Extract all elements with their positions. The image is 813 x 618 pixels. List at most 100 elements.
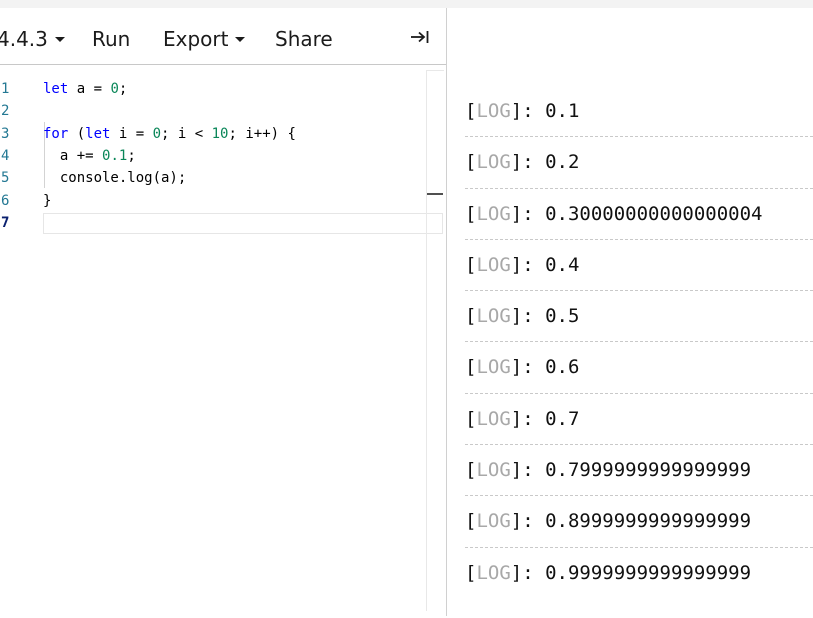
log-value: 0.7999999999999999 xyxy=(545,459,752,482)
log-bracket: ]: xyxy=(510,356,546,379)
code-token: let xyxy=(85,125,111,142)
share-button[interactable]: Share xyxy=(275,25,333,53)
log-level: LOG xyxy=(476,407,511,430)
code-text: a += 0.1; xyxy=(43,145,136,167)
log-bracket: ]: xyxy=(510,202,546,225)
code-editor[interactable]: 1 let a = 0; 2 3 for (let i = 0; i < 10; i++… xyxy=(0,78,446,618)
log-level: LOG xyxy=(476,356,511,379)
code-token: let xyxy=(43,81,69,97)
console-pane: [LOG]: 0.1 [LOG]: 0.2 [LOG]: 0.30000000000… xyxy=(447,8,813,616)
version-label: 4.4.3 xyxy=(0,27,48,51)
log-bracket: [ xyxy=(465,151,477,174)
log-value: 0.1 xyxy=(545,100,580,122)
code-token: 0.1 xyxy=(102,147,128,164)
line-number: 7 xyxy=(1,214,10,231)
collapse-panel-icon[interactable] xyxy=(410,26,430,54)
log-bracket: ]: xyxy=(510,305,546,328)
chevron-down-icon xyxy=(54,37,65,42)
log-entry: [LOG]: 0.6 xyxy=(465,342,813,394)
log-level: LOG xyxy=(476,253,511,276)
chevron-down-icon xyxy=(235,37,246,42)
code-token: for xyxy=(43,125,69,142)
code-line[interactable]: 7 xyxy=(0,212,446,234)
code-token: ; xyxy=(118,81,128,97)
log-bracket: [ xyxy=(465,510,477,533)
code-text: let a = 0; xyxy=(43,78,127,100)
log-entry: [LOG]: 0.7999999999999999 xyxy=(465,445,813,497)
log-entry: [LOG]: 0.30000000000000004 xyxy=(465,189,813,240)
log-value: 0.30000000000000004 xyxy=(545,202,763,225)
log-value: 0.6 xyxy=(545,356,580,379)
log-level: LOG xyxy=(476,151,511,174)
line-number: 3 xyxy=(1,125,10,142)
code-token: ; xyxy=(127,147,136,164)
code-token: 10 xyxy=(211,125,229,142)
log-value: 0.2 xyxy=(545,151,580,174)
log-bracket: [ xyxy=(465,253,477,276)
code-token: i = xyxy=(110,125,153,142)
run-button[interactable]: Run xyxy=(92,25,130,53)
log-level: LOG xyxy=(476,510,511,533)
log-value: 0.4 xyxy=(545,253,580,276)
log-entry: [LOG]: 0.8999999999999999 xyxy=(465,496,813,548)
code-token: a += xyxy=(43,147,103,164)
line-number: 6 xyxy=(1,192,10,209)
log-bracket: ]: xyxy=(510,510,546,533)
log-level: LOG xyxy=(476,100,511,122)
log-bracket: [ xyxy=(465,356,477,379)
code-token: } xyxy=(43,192,52,209)
code-line[interactable]: 1 let a = 0; xyxy=(0,78,446,100)
editor-scrollbar[interactable] xyxy=(426,70,444,611)
code-token: ; i++) { xyxy=(228,125,296,142)
log-bracket: ]: xyxy=(510,459,546,482)
code-token: 0 xyxy=(110,81,119,97)
console-log-list: [LOG]: 0.1 [LOG]: 0.2 [LOG]: 0.30000000000… xyxy=(465,86,813,599)
log-value: 0.7 xyxy=(545,407,580,430)
code-line[interactable]: 3 for (let i = 0; i < 10; i++) { xyxy=(0,123,446,145)
log-value: 0.8999999999999999 xyxy=(545,510,752,533)
log-bracket: [ xyxy=(465,100,477,122)
editor-pane: 4.4.3 Run Export Share 1 let a = 0; 2 3 for … xyxy=(0,8,446,616)
code-token: ( xyxy=(68,125,86,142)
version-dropdown[interactable]: 4.4.3 xyxy=(0,25,65,53)
log-entry: [LOG]: 0.2 xyxy=(465,137,813,189)
code-text: for (let i = 0; i < 10; i++) { xyxy=(43,123,296,145)
code-line[interactable]: 2 xyxy=(0,100,446,122)
arrow-to-right-icon xyxy=(411,31,429,43)
log-bracket: ]: xyxy=(510,100,546,122)
line-number: 5 xyxy=(1,170,10,187)
log-bracket: ]: xyxy=(510,407,546,430)
line-number: 2 xyxy=(1,103,10,120)
log-entry: [LOG]: 0.9999999999999999 xyxy=(465,548,813,599)
code-line[interactable]: 6} xyxy=(0,190,446,212)
log-level: LOG xyxy=(476,459,511,482)
log-value: 0.9999999999999999 xyxy=(545,561,752,584)
code-line[interactable]: 4 a += 0.1; xyxy=(0,145,446,167)
code-text: } xyxy=(43,190,51,212)
code-token: console.log(a); xyxy=(43,170,187,187)
line-number: 1 xyxy=(1,81,10,97)
toolbar: 4.4.3 Run Export Share xyxy=(0,8,446,65)
code-text: console.log(a); xyxy=(43,167,186,189)
log-bracket: [ xyxy=(465,305,477,328)
log-level: LOG xyxy=(476,305,511,328)
log-bracket: [ xyxy=(465,407,477,430)
log-entry: [LOG]: 0.1 xyxy=(465,86,813,138)
code-token: ; i < xyxy=(161,125,212,142)
code-token: a = xyxy=(68,81,111,97)
cursor-position-marker xyxy=(427,193,443,195)
export-dropdown[interactable]: Export xyxy=(163,25,246,53)
log-entry: [LOG]: 0.7 xyxy=(465,394,813,446)
top-strip xyxy=(0,0,813,8)
log-entry: [LOG]: 0.5 xyxy=(465,291,813,343)
export-label: Export xyxy=(163,27,229,51)
log-level: LOG xyxy=(476,202,511,225)
log-bracket: [ xyxy=(465,459,477,482)
log-level: LOG xyxy=(476,561,511,584)
log-bracket: ]: xyxy=(510,253,546,276)
code-line[interactable]: 5 console.log(a); xyxy=(0,167,446,189)
log-bracket: [ xyxy=(465,561,477,584)
log-bracket: ]: xyxy=(510,151,546,174)
code-token: 0 xyxy=(152,125,162,142)
line-number: 4 xyxy=(1,147,10,164)
